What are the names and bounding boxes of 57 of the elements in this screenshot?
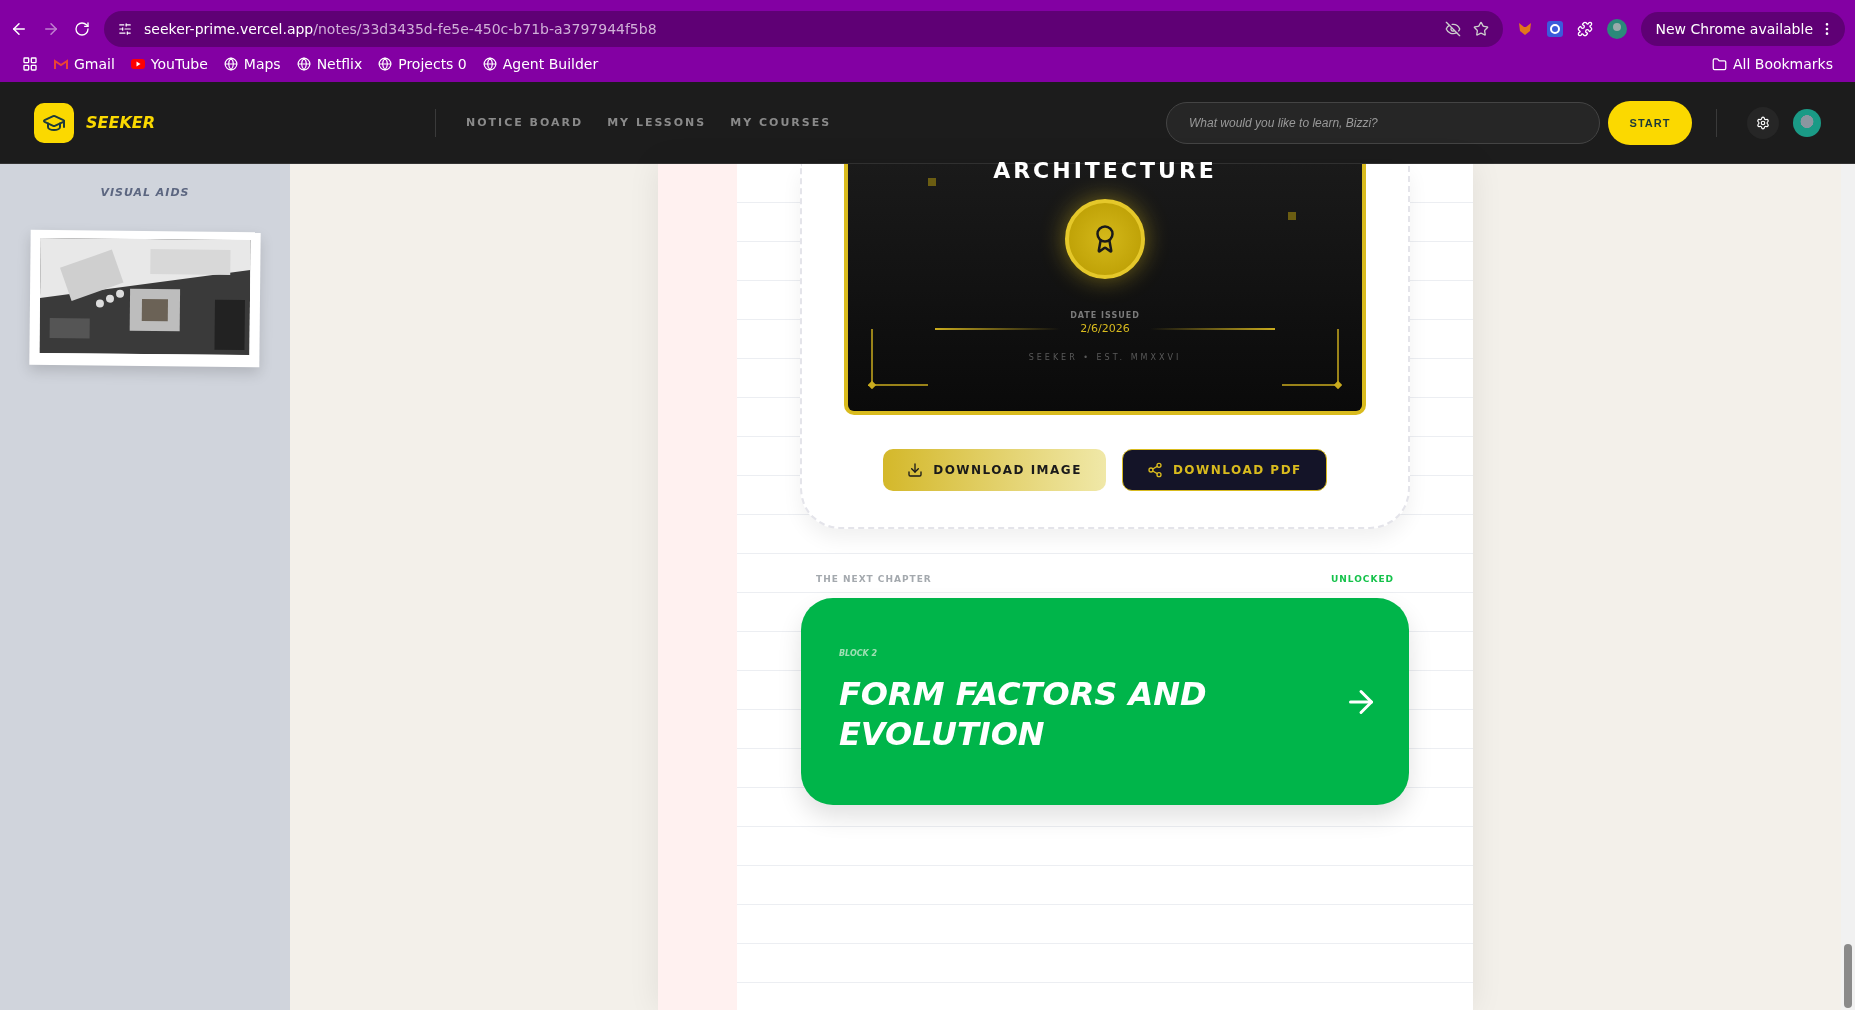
corner-ornament xyxy=(1282,329,1342,389)
download-button[interactable]: DOWNLOAD IMAGE xyxy=(883,449,1106,491)
section-label: THE NEXT CHAPTER xyxy=(816,574,932,584)
search-field[interactable]: What would you like to learn, Bizzi? xyxy=(1166,101,1600,144)
address-bar[interactable]: seeker-prime.vercel.app/notes/33d3435d-fe5e-450c-b71b-a3797944f5b8 xyxy=(104,11,1504,47)
settings-icon xyxy=(1756,115,1770,130)
extensions-icon[interactable] xyxy=(1577,21,1594,37)
settings-button[interactable] xyxy=(1747,106,1779,139)
download-icon xyxy=(907,462,924,478)
avatar[interactable] xyxy=(1793,108,1821,137)
reload-icon[interactable] xyxy=(74,21,90,37)
forward-icon[interactable] xyxy=(42,20,60,38)
start-button[interactable]: START xyxy=(1608,100,1692,145)
site-settings-icon[interactable] xyxy=(118,22,132,36)
globe-icon xyxy=(482,57,497,71)
sparkle-square xyxy=(928,178,936,186)
certificate-title: ARCHITECTURE xyxy=(993,158,1217,183)
certificate-footer: SEEKER • EST. MMXXVI xyxy=(1028,353,1182,362)
date-label: DATE ISSUED xyxy=(1070,311,1140,320)
logo-text[interactable]: SEEKER xyxy=(86,113,156,132)
fox-icon[interactable] xyxy=(1517,21,1534,37)
logo-icon[interactable] xyxy=(34,102,74,143)
back-icon[interactable] xyxy=(10,20,28,38)
bookmark[interactable]: Agent Builder xyxy=(482,56,599,72)
bookmark[interactable]: Gmail xyxy=(54,56,115,72)
chapter-title: FORM FACTORS AND EVOLUTION xyxy=(839,674,1208,754)
gear-icon[interactable] xyxy=(1547,21,1564,37)
bookmark[interactable]: YouTube xyxy=(130,56,208,72)
bookmark[interactable]: Netflix xyxy=(296,56,363,72)
star-icon[interactable] xyxy=(1473,21,1490,37)
bookmarks-folder[interactable]: All Bookmarks xyxy=(1711,56,1833,72)
mail-icon xyxy=(54,58,68,70)
folder-icon xyxy=(1711,56,1727,72)
photo-card[interactable] xyxy=(29,229,261,368)
eye-off-icon[interactable] xyxy=(1445,21,1462,37)
sparkle-square xyxy=(1288,212,1296,220)
apps-icon[interactable] xyxy=(22,56,38,72)
award-icon xyxy=(1065,199,1145,279)
sidebar-title: VISUAL AIDS xyxy=(100,186,190,199)
share-icon xyxy=(1146,462,1163,478)
block-label: BLOCK 2 xyxy=(839,649,879,658)
corner-ornament xyxy=(868,329,928,389)
play-icon xyxy=(130,59,145,69)
profile-avatar[interactable] xyxy=(1607,19,1628,39)
status-label: UNLOCKED xyxy=(1330,574,1394,584)
download-button[interactable]: DOWNLOAD PDF xyxy=(1121,449,1327,491)
globe-icon xyxy=(378,57,393,71)
date-text: 2/6/2026 xyxy=(1080,322,1130,335)
update-button[interactable]: New Chrome available xyxy=(1641,12,1845,46)
bookmark[interactable]: Projects 0 xyxy=(378,56,467,72)
nav-link[interactable]: NOTICE BOARD xyxy=(466,116,584,129)
globe-icon xyxy=(296,57,311,71)
globe-icon xyxy=(223,57,238,71)
nav-link[interactable]: MY LESSONS xyxy=(607,116,707,129)
bookmark[interactable]: Maps xyxy=(223,56,281,72)
nav-link[interactable]: MY COURSES xyxy=(730,116,832,129)
scrollbar-thumb[interactable] xyxy=(1844,944,1852,1008)
